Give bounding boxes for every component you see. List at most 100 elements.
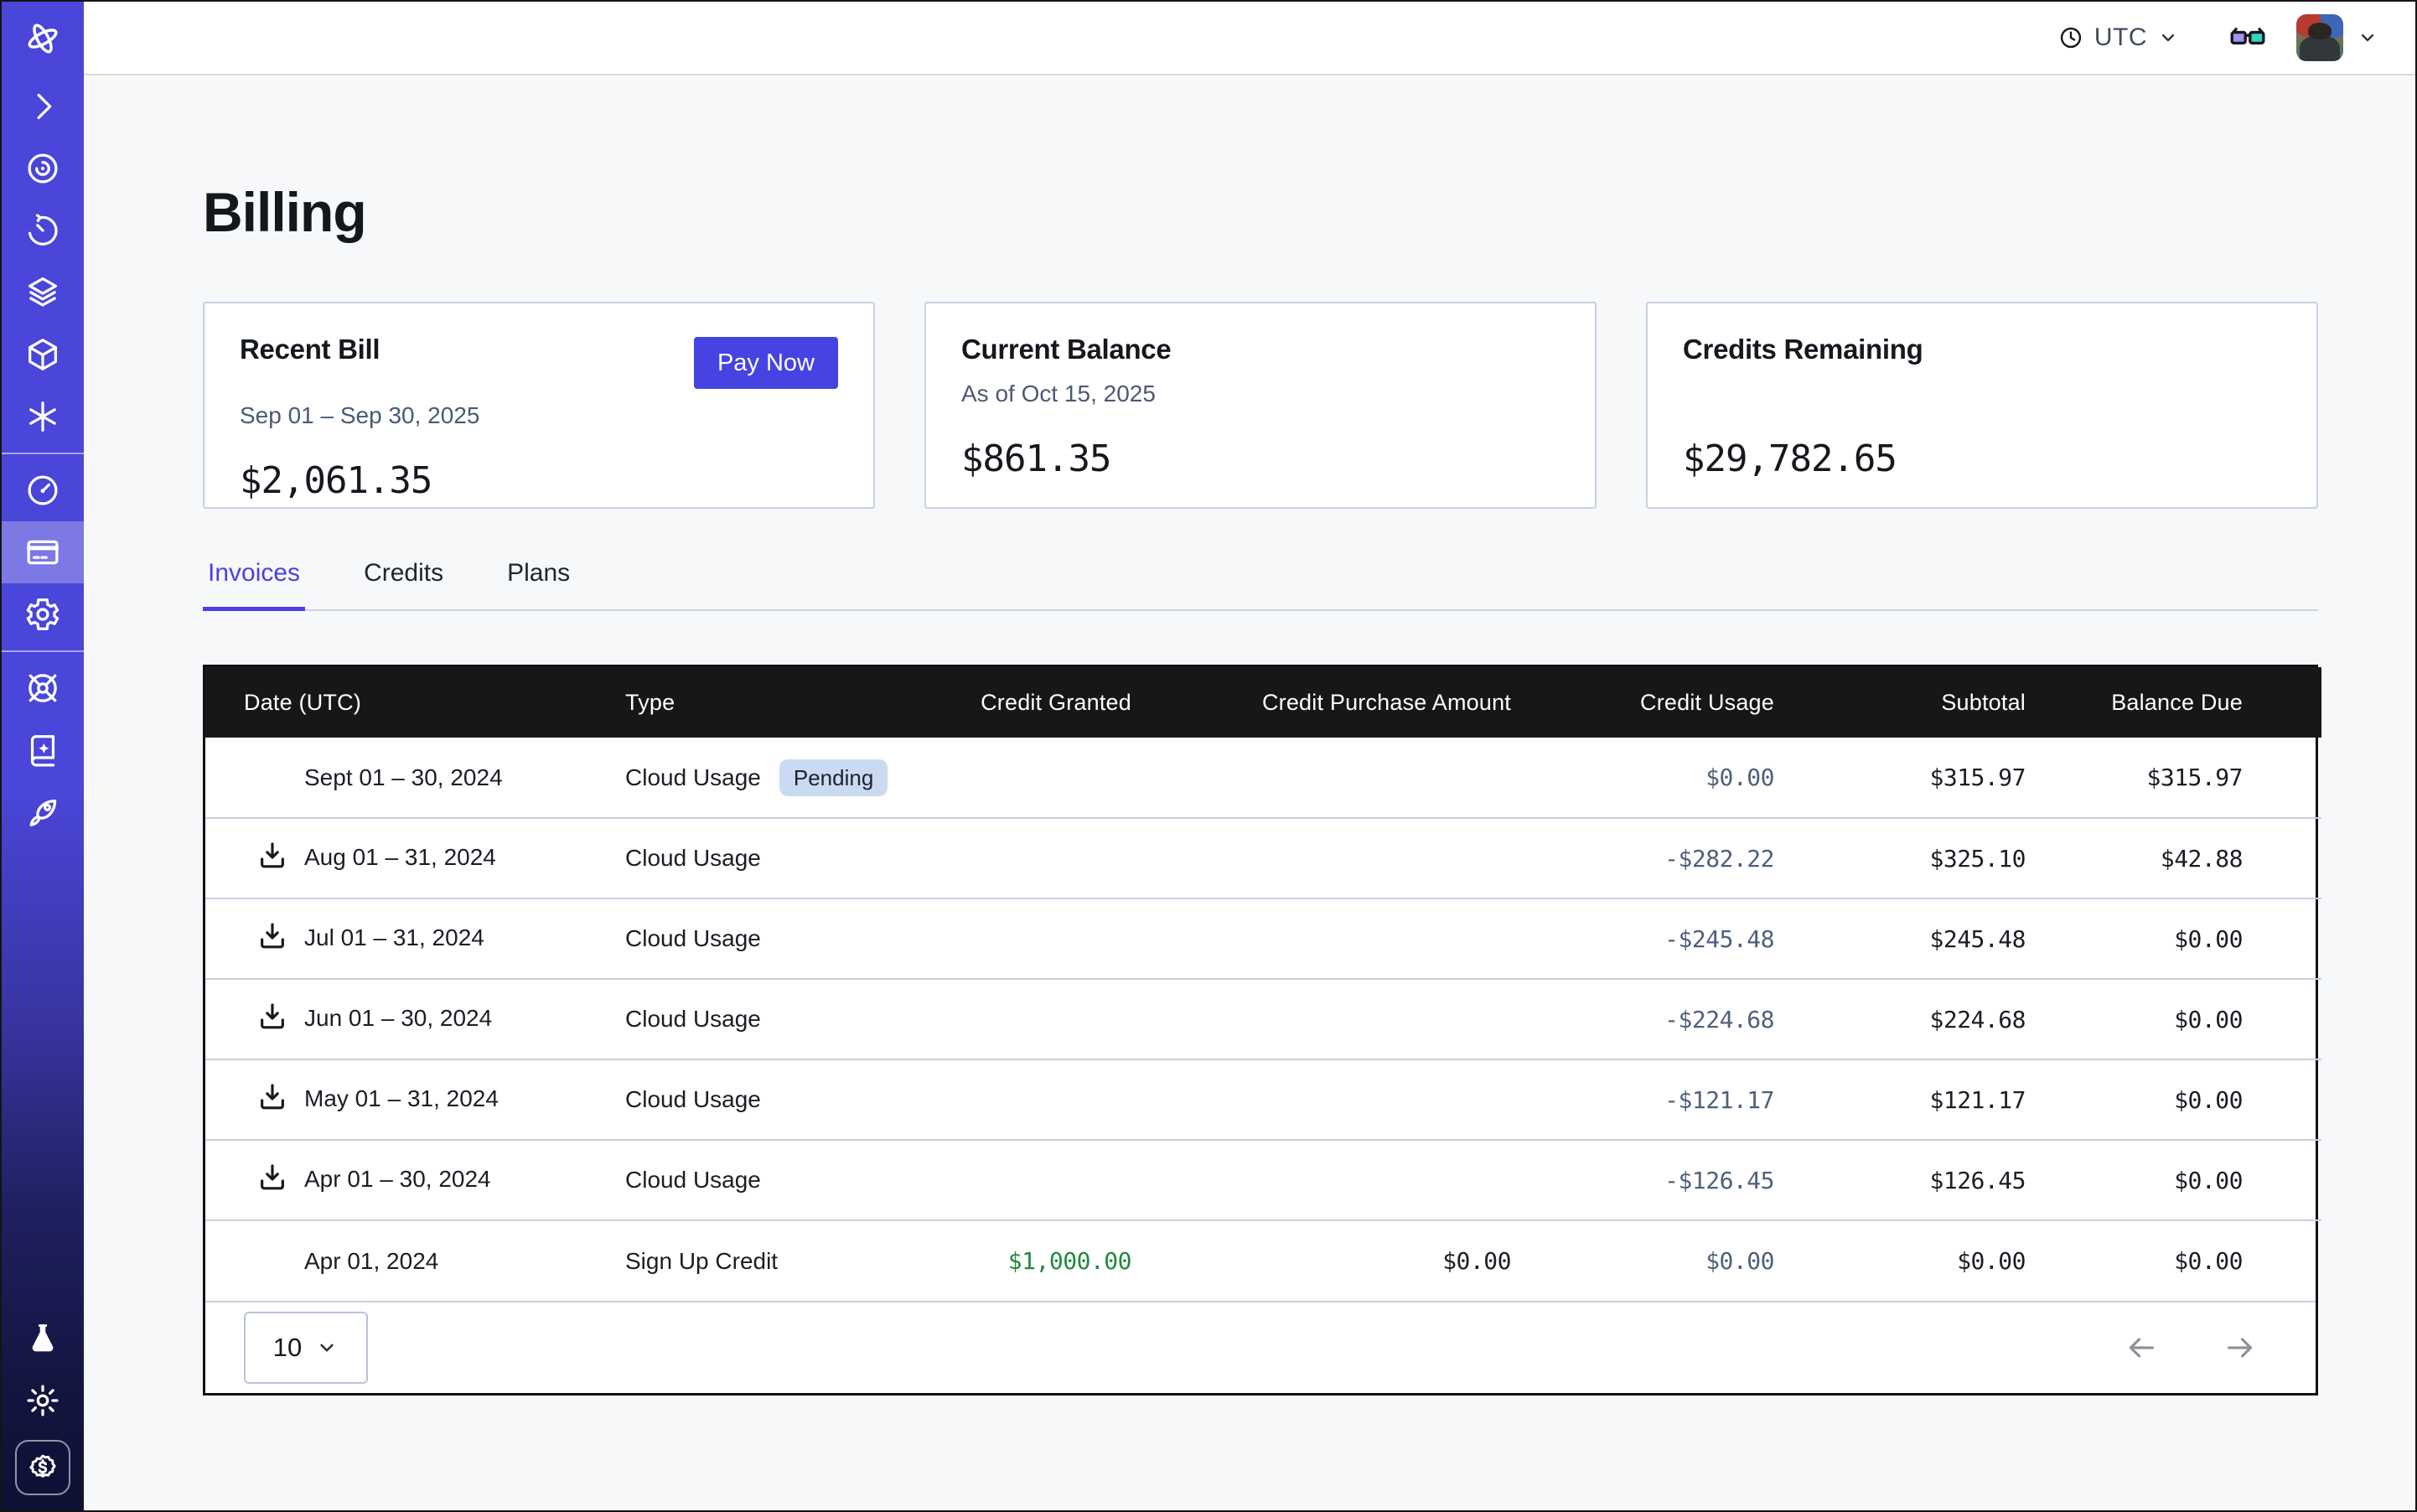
invoice-date: Apr 01, 2024 <box>304 1248 438 1274</box>
invoice-type: Cloud Usage <box>625 1086 761 1112</box>
column-header: Type <box>624 667 909 738</box>
invoice-date: Aug 01 – 31, 2024 <box>304 843 496 869</box>
sidebar-divider <box>2 453 84 454</box>
pay-now-button[interactable]: Pay Now <box>694 337 838 389</box>
tab-credits[interactable]: Credits <box>359 559 448 609</box>
avatar[interactable] <box>2296 14 2343 61</box>
app-window: UTC Billing Recent Bill Pay Now Sep 01 –… <box>0 0 2417 1512</box>
download-slot <box>244 1000 304 1039</box>
invoice-date-cell: Apr 01, 2024 <box>205 1220 624 1301</box>
status-badge: Pending <box>779 759 888 796</box>
asterisk-icon <box>23 397 62 436</box>
download-invoice-button[interactable] <box>256 839 289 873</box>
download-invoice-button[interactable] <box>256 1161 289 1194</box>
sidebar-item-support[interactable] <box>2 657 84 719</box>
arrow-right-icon <box>2220 1331 2260 1364</box>
balance-due-cell: $0.00 <box>2026 1140 2321 1220</box>
tab-plans[interactable]: Plans <box>502 559 575 609</box>
page-title: Billing <box>203 183 2318 241</box>
sun-icon <box>23 1381 62 1420</box>
credit-usage-cell: -$224.68 <box>1512 979 1775 1059</box>
invoice-type-cell: Cloud UsagePending <box>624 738 909 818</box>
sidebar-item-monitor[interactable] <box>2 137 84 199</box>
summary-cards: Recent Bill Pay Now Sep 01 – Sep 30, 202… <box>203 302 2318 509</box>
download-slot <box>244 1080 304 1120</box>
invoice-date-cell: Sept 01 – 30, 2024 <box>205 738 624 818</box>
invoice-row: Aug 01 – 31, 2024 Cloud Usage -$282.22 $… <box>205 818 2321 898</box>
sidebar-item-layers[interactable] <box>2 261 84 324</box>
timezone-selector[interactable]: UTC <box>2057 23 2179 52</box>
balance-due-cell: $0.00 <box>2026 1220 2321 1301</box>
sidebar-item-history[interactable] <box>2 199 84 261</box>
sidebar-item-usage[interactable] <box>2 459 84 521</box>
pager <box>2121 1331 2260 1364</box>
credit-usage-cell: -$121.17 <box>1512 1059 1775 1140</box>
page-size-select[interactable]: 10 <box>244 1312 368 1384</box>
clock-icon <box>2057 24 2084 51</box>
column-header: Credit Granted <box>909 667 1132 738</box>
download-invoice-button[interactable] <box>256 919 289 953</box>
ship-wheel-icon <box>23 669 62 707</box>
column-header: Subtotal <box>1775 667 2026 738</box>
glasses-icon[interactable] <box>2228 18 2268 58</box>
column-header: Date (UTC) <box>205 667 624 738</box>
subtotal-cell: $325.10 <box>1775 818 2026 898</box>
table-footer: 10 <box>205 1301 2316 1393</box>
page-size-value: 10 <box>273 1333 302 1363</box>
download-icon <box>256 919 289 953</box>
sidebar-item-labs[interactable] <box>23 1307 62 1370</box>
chevron-down-icon <box>315 1336 339 1359</box>
subtotal-cell: $245.48 <box>1775 898 2026 979</box>
download-icon <box>256 839 289 873</box>
recent-bill-title: Recent Bill <box>240 332 380 367</box>
account-menu-chevron-icon[interactable] <box>2357 27 2378 49</box>
invoice-type-cell: Cloud Usage <box>624 898 909 979</box>
credit-card-icon <box>23 533 62 572</box>
topbar: UTC <box>84 2 2415 75</box>
download-invoice-button[interactable] <box>256 1000 289 1033</box>
credit-granted-cell <box>909 1140 1132 1220</box>
sidebar-item-docs[interactable] <box>2 719 84 781</box>
balance-due-cell: $0.00 <box>2026 1059 2321 1140</box>
sidebar-spacer <box>2 843 84 1307</box>
sidebar-item-logo[interactable] <box>2 2 84 75</box>
credit-usage-cell: -$282.22 <box>1512 818 1775 898</box>
credit-granted-cell <box>909 898 1132 979</box>
previous-page-button[interactable] <box>2121 1331 2161 1364</box>
sidebar-item-get-started[interactable] <box>2 781 84 843</box>
recent-bill-amount: $2,061.35 <box>240 459 838 502</box>
invoice-date: Jul 01 – 31, 2024 <box>304 924 484 950</box>
sidebar-item-credits-badge[interactable] <box>15 1440 70 1495</box>
gear-icon <box>23 595 62 634</box>
column-header: Credit Usage <box>1512 667 1775 738</box>
chevron-down-icon <box>2157 27 2179 49</box>
sidebar-item-collapse[interactable] <box>2 75 84 137</box>
download-icon <box>256 1161 289 1194</box>
credits-remaining-card: Credits Remaining $29,782.65 <box>1646 302 2318 509</box>
invoice-date-cell: Jun 01 – 30, 2024 <box>205 979 624 1059</box>
credit-purchase-cell <box>1132 818 1512 898</box>
sidebar-item-theme[interactable] <box>23 1370 62 1432</box>
sidebar-item-functions[interactable] <box>2 386 84 448</box>
balance-due-cell: $315.97 <box>2026 738 2321 818</box>
next-page-button[interactable] <box>2220 1331 2260 1364</box>
invoices-table-block: Date (UTC)TypeCredit GrantedCredit Purch… <box>203 665 2318 1395</box>
sidebar-item-settings[interactable] <box>2 583 84 645</box>
invoice-row: Apr 01 – 30, 2024 Cloud Usage -$126.45 $… <box>205 1140 2321 1220</box>
download-invoice-button[interactable] <box>256 1080 289 1114</box>
cube-icon <box>23 335 62 374</box>
invoice-type: Sign Up Credit <box>625 1248 778 1274</box>
sidebar-item-packages[interactable] <box>2 324 84 386</box>
credit-purchase-cell <box>1132 979 1512 1059</box>
credit-granted-cell <box>909 818 1132 898</box>
gauge-icon <box>23 471 62 510</box>
credit-purchase-cell <box>1132 738 1512 818</box>
invoice-type-cell: Cloud Usage <box>624 1140 909 1220</box>
download-slot <box>244 839 304 878</box>
sidebar-item-billing[interactable] <box>2 521 84 583</box>
column-header: Credit Purchase Amount <box>1132 667 1512 738</box>
subtotal-cell: $0.00 <box>1775 1220 2026 1301</box>
invoice-type: Cloud Usage <box>625 925 761 951</box>
invoice-type-cell: Cloud Usage <box>624 818 909 898</box>
tab-invoices[interactable]: Invoices <box>203 559 305 611</box>
